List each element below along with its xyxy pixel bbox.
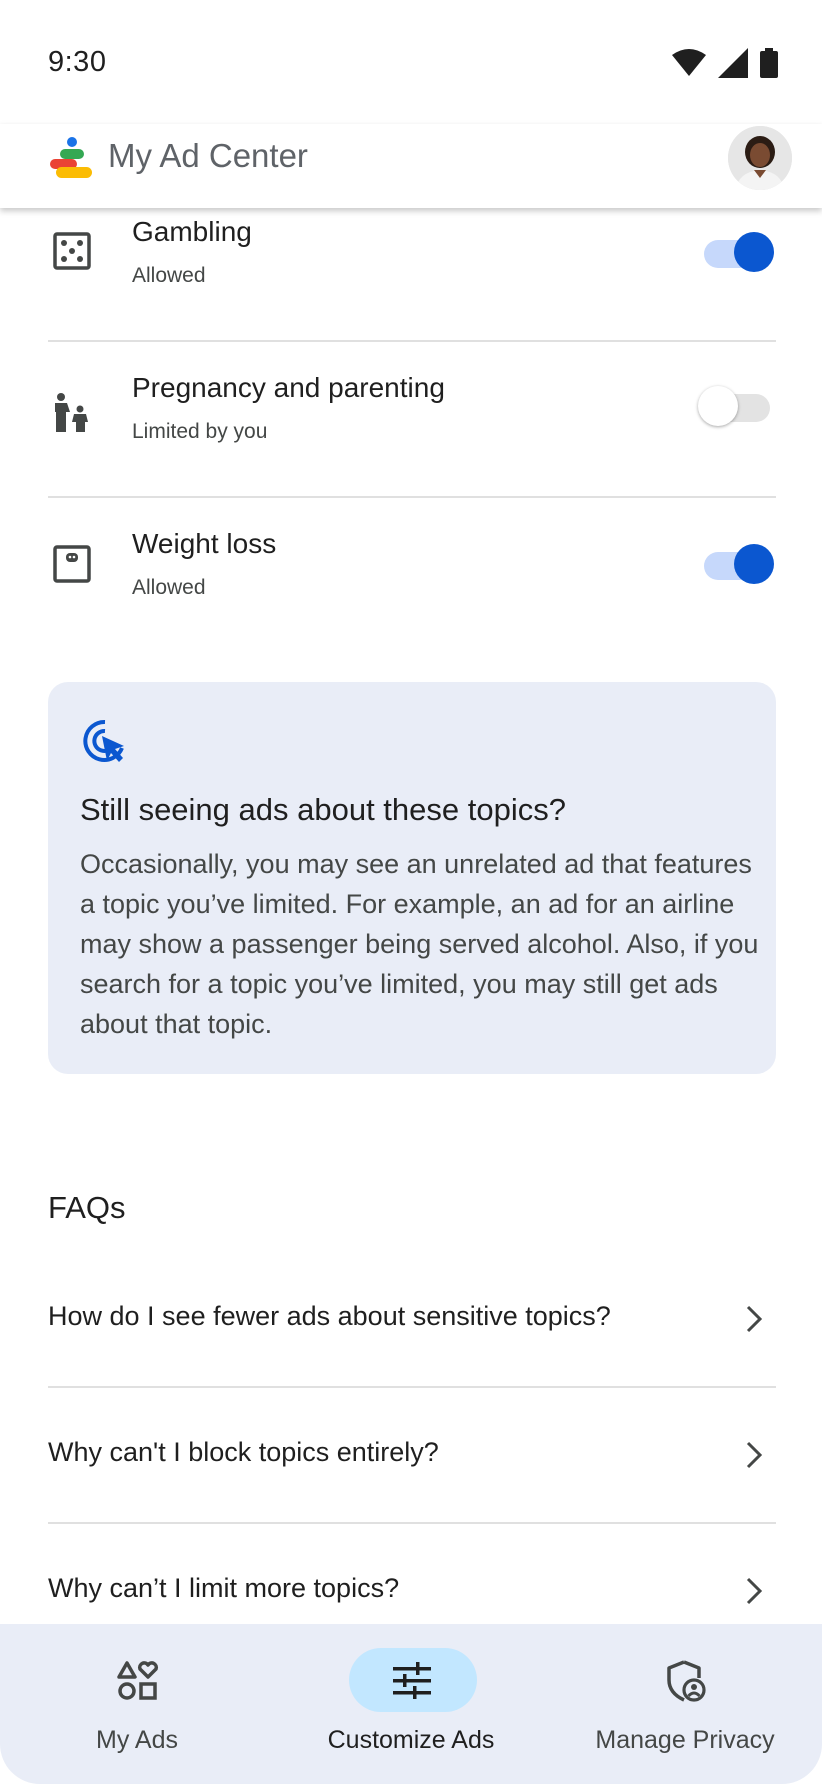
faq-item[interactable]: How do I see fewer ads about sensitive t… <box>48 1252 776 1388</box>
topic-row-pregnancy-parenting: Pregnancy and parenting Limited by you <box>48 342 776 498</box>
status-bar: 9:30 <box>0 0 822 124</box>
info-card-body: Occasionally, you may see an unrelated a… <box>80 849 759 1039</box>
cursor-click-icon <box>83 719 124 762</box>
chevron-right-icon <box>746 1577 763 1605</box>
faq-question: Why can't I block topics entirely? <box>48 1437 439 1467</box>
toggle-thumb <box>698 386 738 426</box>
faq-item[interactable]: Why can't I block topics entirely? <box>48 1388 776 1524</box>
topic-status: Allowed <box>132 576 206 599</box>
faq-heading: FAQs <box>48 1190 126 1225</box>
wifi-icon <box>672 49 706 76</box>
status-icons <box>672 48 778 78</box>
shapes-heart-icon <box>117 1661 159 1700</box>
signal-icon <box>718 48 748 78</box>
parent-child-icon <box>55 393 88 432</box>
topic-row-weight-loss: Weight loss Allowed <box>48 498 776 654</box>
toggle-thumb <box>734 544 774 584</box>
profile-avatar[interactable] <box>728 126 792 190</box>
topic-title: Weight loss <box>132 528 277 559</box>
info-card-title: Still seeing ads about these topics? <box>80 792 566 827</box>
faq-question: Why can’t I limit more topics? <box>48 1573 400 1603</box>
app-title: My Ad Center <box>108 137 308 174</box>
ad-center-logo <box>50 137 92 178</box>
shield-person-icon <box>667 1660 706 1702</box>
scale-icon <box>53 545 91 583</box>
topic-toggle-pregnancy-parenting[interactable] <box>698 384 776 428</box>
avatar-image <box>728 126 792 190</box>
nav-manage-privacy[interactable]: Manage Privacy <box>548 1648 822 1758</box>
topic-toggle-weight-loss[interactable] <box>698 542 776 586</box>
toggle-thumb <box>734 232 774 272</box>
info-card: Still seeing ads about these topics? Occ… <box>48 682 776 1074</box>
nav-label: My Ads <box>96 1726 178 1754</box>
topic-toggle-gambling[interactable] <box>698 230 776 274</box>
tune-icon <box>393 1662 431 1699</box>
nav-customize-ads[interactable]: Customize Ads <box>274 1648 548 1758</box>
status-time: 9:30 <box>48 46 107 78</box>
topic-title: Gambling <box>132 216 252 247</box>
nav-label: Manage Privacy <box>595 1726 775 1754</box>
battery-icon <box>760 48 778 78</box>
dice-icon <box>53 232 91 270</box>
nav-label: Customize Ads <box>327 1726 495 1754</box>
app-bar: My Ad Center <box>0 124 822 208</box>
faq-item[interactable]: Why can’t I limit more topics? <box>48 1524 776 1624</box>
content-area[interactable]: Gambling Allowed Pregnancy and parenting… <box>0 208 822 1624</box>
topic-status: Limited by you <box>132 420 268 443</box>
topic-row-gambling: Gambling Allowed <box>48 208 776 342</box>
faq-question: How do I see fewer ads about sensitive t… <box>48 1301 611 1331</box>
nav-my-ads[interactable]: My Ads <box>0 1648 274 1758</box>
chevron-right-icon <box>746 1305 763 1333</box>
topic-title: Pregnancy and parenting <box>132 372 445 403</box>
bottom-navigation: My Ads Customize Ads Manage Privacy <box>0 1624 822 1784</box>
topic-status: Allowed <box>132 264 206 287</box>
chevron-right-icon <box>746 1441 763 1469</box>
